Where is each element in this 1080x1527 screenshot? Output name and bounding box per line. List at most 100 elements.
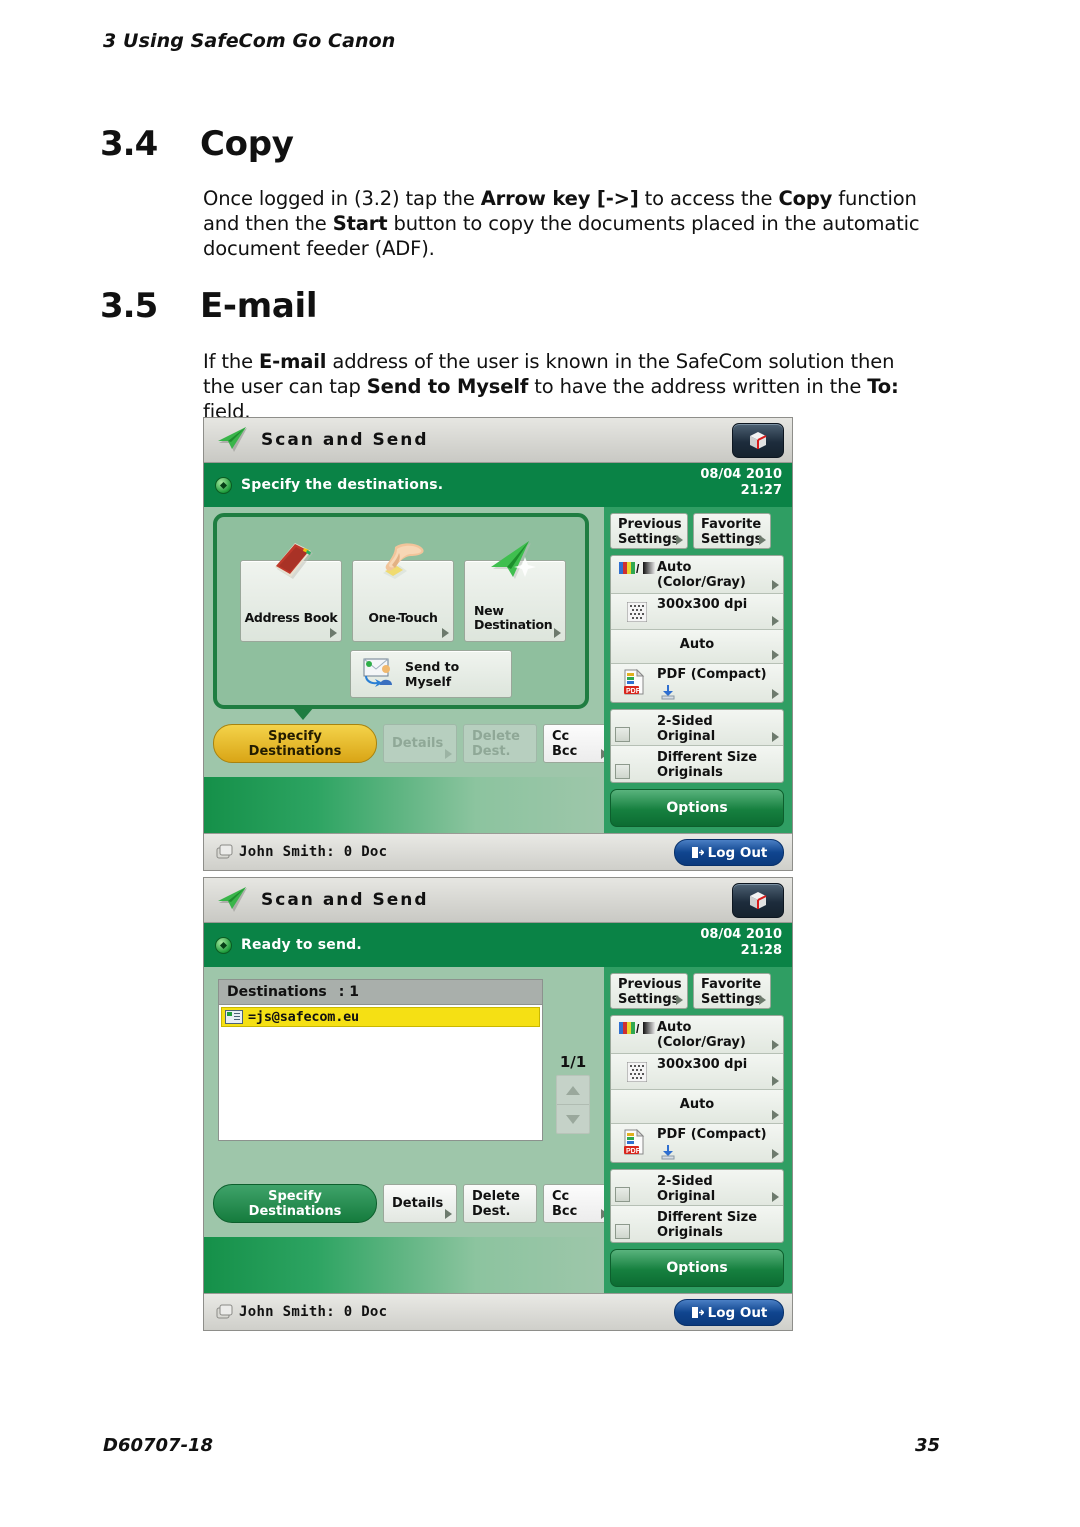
section-number: 3.4 bbox=[100, 124, 158, 164]
two-sided-original-setting[interactable]: 2-Sided Original bbox=[611, 1170, 783, 1206]
address-book-label: Address Book bbox=[244, 610, 338, 625]
chevron-right-icon bbox=[772, 650, 779, 660]
tab-details[interactable]: Details bbox=[383, 724, 457, 763]
device-body: Address Book One-Touch New Destination S… bbox=[204, 507, 792, 833]
file-format-setting[interactable]: PDF PDF (Compact) bbox=[611, 664, 783, 702]
resolution-setting[interactable]: 300x300 dpi bbox=[611, 1054, 783, 1090]
two-sided-label: 2-Sided Original bbox=[657, 714, 716, 744]
status-date: 08/04 2010 bbox=[700, 927, 782, 942]
device-screenshot-ready-to-send: Scan and Send Ready to send. 08/04 2010 … bbox=[203, 877, 793, 1331]
send-to-myself-label: Send to Myself bbox=[405, 659, 460, 689]
resolution-label: 300x300 dpi bbox=[657, 1057, 748, 1072]
one-touch-button[interactable]: One-Touch bbox=[352, 543, 454, 642]
destinations-label: Destinations bbox=[227, 984, 327, 1000]
one-touch-label: One-Touch bbox=[368, 610, 438, 625]
tab-specify-destinations[interactable]: Specify Destinations bbox=[213, 724, 377, 763]
tab-specify-destinations[interactable]: Specify Destinations bbox=[213, 1184, 377, 1223]
paper-plane-icon bbox=[217, 426, 251, 454]
svg-text:PDF: PDF bbox=[626, 1148, 641, 1155]
device-status-bar: Specify the destinations. 08/04 2010 21:… bbox=[204, 463, 792, 507]
color-mode-label: Auto (Color/Gray) bbox=[657, 560, 746, 590]
destination-list-area: Destinations : 1 =js@safecom.eu 1/1 Spec… bbox=[204, 967, 613, 1293]
resolution-setting[interactable]: 300x300 dpi bbox=[611, 594, 783, 630]
download-arrow-icon bbox=[659, 684, 677, 702]
status-time: 21:28 bbox=[740, 943, 782, 958]
previous-settings-button[interactable]: Previous Settings bbox=[610, 513, 688, 549]
tab-details[interactable]: Details bbox=[383, 1184, 457, 1223]
favorite-settings-button[interactable]: Favorite Settings bbox=[693, 973, 771, 1009]
scroll-down-button[interactable] bbox=[557, 1104, 589, 1133]
tab-cc-bcc[interactable]: Cc Bcc bbox=[543, 724, 613, 763]
send-to-myself-button[interactable]: Send to Myself bbox=[350, 650, 512, 698]
status-indicator-icon bbox=[215, 476, 232, 494]
page-indicator: 1/1 bbox=[559, 1053, 587, 1071]
scroll-up-button[interactable] bbox=[557, 1076, 589, 1104]
different-size-originals-setting[interactable]: Different Size Originals bbox=[611, 1206, 783, 1242]
lower-gradient-strip bbox=[204, 1237, 604, 1293]
chevron-right-icon bbox=[759, 995, 766, 1005]
destination-selection-area: Address Book One-Touch New Destination S… bbox=[204, 507, 613, 833]
section-heading-email: 3.5 E-mail bbox=[100, 286, 318, 326]
address-book-button[interactable]: Address Book bbox=[240, 543, 342, 642]
device-body: Destinations : 1 =js@safecom.eu 1/1 Spec… bbox=[204, 967, 792, 1293]
file-format-setting[interactable]: PDF PDF (Compact) bbox=[611, 1124, 783, 1162]
logged-in-user: John Smith: 0 Doc bbox=[239, 844, 388, 860]
color-mode-setting[interactable]: / Auto (Color/Gray) bbox=[611, 1016, 783, 1054]
destination-list-item[interactable]: =js@safecom.eu bbox=[221, 1007, 540, 1027]
tab-delete-dest[interactable]: Delete Dest. bbox=[463, 1184, 537, 1223]
scan-size-setting[interactable]: Auto bbox=[611, 1090, 783, 1124]
cube-icon-button[interactable] bbox=[732, 883, 784, 918]
scan-size-label: Auto bbox=[679, 1097, 715, 1112]
chevron-right-icon bbox=[772, 1076, 779, 1086]
download-arrow-icon bbox=[659, 1144, 677, 1162]
device-footer-bar: John Smith: 0 Doc Log Out bbox=[204, 833, 792, 870]
scan-size-setting[interactable]: Auto bbox=[611, 630, 783, 664]
status-time: 21:27 bbox=[740, 483, 782, 498]
lower-gradient-strip bbox=[204, 777, 604, 833]
originals-group: 2-Sided Original Different Size Original… bbox=[610, 1169, 784, 1243]
two-sided-original-setting[interactable]: 2-Sided Original bbox=[611, 710, 783, 746]
status-message: Ready to send. bbox=[241, 937, 362, 953]
svg-text:/: / bbox=[636, 562, 640, 575]
chevron-right-icon bbox=[772, 580, 779, 590]
different-size-originals-setting[interactable]: Different Size Originals bbox=[611, 746, 783, 782]
chevron-right-icon bbox=[676, 995, 683, 1005]
new-destination-label: New Destination bbox=[474, 603, 553, 632]
group-box-pointer bbox=[292, 707, 314, 720]
cube-icon-button[interactable] bbox=[732, 423, 784, 458]
job-stack-icon bbox=[215, 1302, 235, 1326]
section-body-email: If the E-mail address of the user is kno… bbox=[203, 350, 899, 423]
chevron-right-icon bbox=[676, 535, 683, 545]
footer-document-id: D60707-18 bbox=[103, 1435, 214, 1456]
new-destination-button[interactable]: New Destination bbox=[464, 541, 566, 642]
different-size-icon bbox=[615, 1224, 630, 1239]
previous-settings-button[interactable]: Previous Settings bbox=[610, 973, 688, 1009]
color-gray-icon: / bbox=[619, 561, 657, 579]
section-body-copy: Once logged in (3.2) tap the Arrow key [… bbox=[203, 187, 920, 260]
destinations-panel: Destinations : 1 =js@safecom.eu bbox=[218, 979, 543, 1141]
log-out-button[interactable]: Log Out bbox=[674, 1299, 784, 1326]
tab-delete-dest[interactable]: Delete Dest. bbox=[463, 724, 537, 763]
log-out-button[interactable]: Log Out bbox=[674, 839, 784, 866]
different-size-label: Different Size Originals bbox=[657, 1210, 758, 1240]
file-format-label: PDF (Compact) bbox=[657, 667, 767, 682]
destination-address: =js@safecom.eu bbox=[248, 1009, 359, 1025]
favorite-settings-button[interactable]: Favorite Settings bbox=[693, 513, 771, 549]
tab-cc-bcc[interactable]: Cc Bcc bbox=[543, 1184, 613, 1223]
logout-icon bbox=[691, 1307, 704, 1318]
options-button[interactable]: Options bbox=[610, 1249, 784, 1287]
device-status-bar: Ready to send. 08/04 2010 21:28 bbox=[204, 923, 792, 967]
settings-shortcut-row: Previous Settings Favorite Settings bbox=[610, 513, 784, 549]
resolution-label: 300x300 dpi bbox=[657, 597, 748, 612]
svg-text:PDF: PDF bbox=[626, 688, 641, 695]
halftone-icon bbox=[626, 601, 648, 626]
color-mode-setting[interactable]: / Auto (Color/Gray) bbox=[611, 556, 783, 594]
two-sided-label: 2-Sided Original bbox=[657, 1174, 716, 1204]
color-gray-icon: / bbox=[619, 1021, 657, 1039]
footer-page-number: 35 bbox=[914, 1435, 940, 1456]
options-button[interactable]: Options bbox=[610, 789, 784, 827]
settings-panel: Previous Settings Favorite Settings / Au… bbox=[604, 967, 792, 1293]
destinations-list[interactable]: =js@safecom.eu bbox=[218, 1004, 543, 1141]
logged-in-user: John Smith: 0 Doc bbox=[239, 1304, 388, 1320]
scan-settings-group: / Auto (Color/Gray) 300x300 dpi Auto PDF… bbox=[610, 555, 784, 703]
